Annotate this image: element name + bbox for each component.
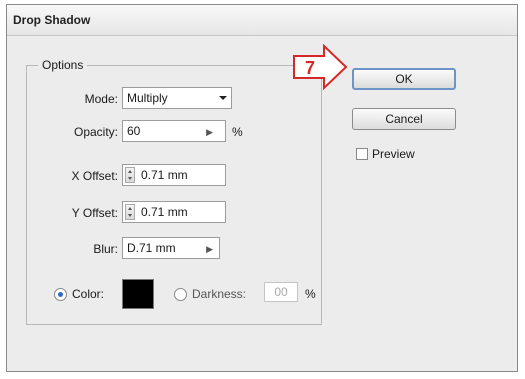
opacity-unit: % <box>232 125 243 139</box>
mode-label: Mode: <box>84 92 118 106</box>
step-callout-arrow-icon: 7 <box>293 44 348 90</box>
ok-button[interactable]: OK <box>352 68 456 90</box>
cancel-button[interactable]: Cancel <box>352 108 456 130</box>
preview-checkbox[interactable] <box>356 148 368 160</box>
x-offset-input[interactable]: 0.71 mm <box>122 164 226 186</box>
color-swatch[interactable] <box>122 279 154 309</box>
x-offset-value: 0.71 mm <box>141 168 188 182</box>
chevron-down-icon <box>219 96 227 100</box>
stepper-icon[interactable] <box>125 204 135 220</box>
color-radio[interactable] <box>54 288 67 301</box>
darkness-input[interactable]: 00 <box>264 282 298 302</box>
flyout-arrow-icon[interactable]: ▶ <box>206 239 213 259</box>
title-bar: Drop Shadow <box>7 5 517 36</box>
x-offset-label: X Offset: <box>71 169 118 183</box>
blur-value: D.71 mm <box>127 241 176 255</box>
y-offset-input[interactable]: 0.71 mm <box>122 201 226 223</box>
preview-label: Preview <box>372 147 415 161</box>
blur-input[interactable]: D.71 mm ▶ <box>122 237 220 259</box>
mode-dropdown[interactable]: Multiply <box>122 87 232 109</box>
opacity-value: 60 <box>127 124 141 138</box>
y-offset-label: Y Offset: <box>71 206 118 220</box>
options-legend: Options <box>38 58 88 72</box>
dialog-title: Drop Shadow <box>13 13 91 27</box>
flyout-arrow-icon[interactable]: ▶ <box>206 122 213 142</box>
stepper-icon[interactable] <box>125 167 135 183</box>
opacity-input[interactable]: 60 ▶ <box>122 120 226 142</box>
darkness-value: 00 <box>274 285 288 299</box>
darkness-radio[interactable] <box>174 288 187 301</box>
blur-label: Blur: <box>93 242 118 256</box>
mode-value: Multiply <box>127 91 168 105</box>
opacity-label: Opacity: <box>73 125 118 139</box>
y-offset-value: 0.71 mm <box>141 205 188 219</box>
darkness-label: Darkness: <box>192 287 247 301</box>
callout-number: 7 <box>305 58 315 78</box>
color-label: Color: <box>72 287 105 301</box>
darkness-unit: % <box>305 287 316 301</box>
